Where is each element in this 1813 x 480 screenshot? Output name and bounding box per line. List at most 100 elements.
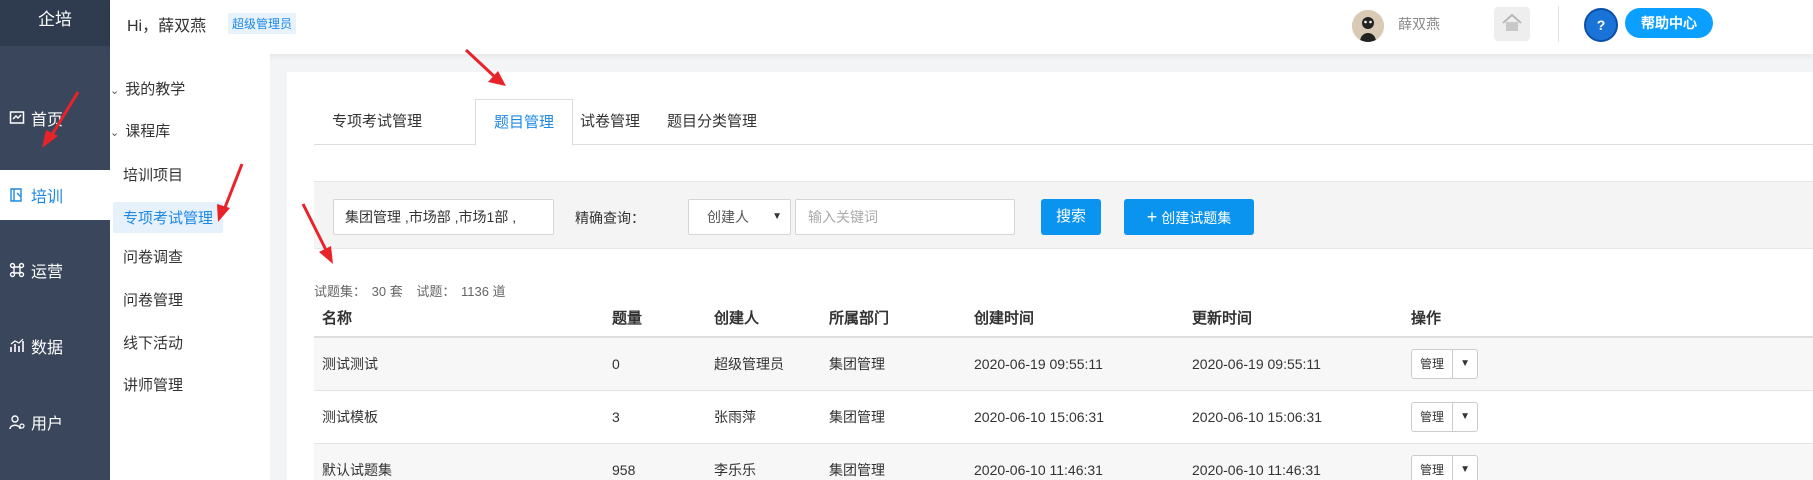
- header-divider: [1558, 6, 1559, 42]
- cell-name: 测试测试: [314, 337, 604, 391]
- table-row[interactable]: 测试测试 0 超级管理员 集团管理 2020-06-19 09:55:11 20…: [314, 337, 1813, 391]
- submenu-group-course-library[interactable]: ⌄ 课程库: [110, 120, 170, 141]
- question-count-label: 试题：: [416, 284, 456, 299]
- sidebar-item-operations[interactable]: 运营: [0, 246, 110, 294]
- submenu-item-exam-management[interactable]: 专项考试管理: [113, 202, 224, 233]
- manage-button[interactable]: 管理: [1412, 402, 1454, 431]
- bar-chart-icon: [8, 337, 26, 355]
- col-header-creator[interactable]: 创建人: [706, 299, 821, 338]
- col-header-actions: 操作: [1403, 299, 1813, 338]
- create-label: 创建试题集: [1161, 210, 1232, 226]
- search-bar: 集团管理 ,市场部 ,市场1部 , 精确查询： 创建人 ▼ 搜索 +创建试题集: [314, 181, 1813, 249]
- home-icon: [1501, 13, 1523, 36]
- cell-actions: 管理 ▼: [1403, 390, 1813, 444]
- question-set-table: 名称 题量 创建人 所属部门 创建时间 更新时间 操作 测试测试 0 超级管理员…: [314, 299, 1813, 480]
- cell-creator: 超级管理员: [706, 337, 821, 391]
- command-icon: [8, 261, 26, 279]
- search-field-select[interactable]: 创建人 ▼: [688, 199, 791, 235]
- table-header-row: 名称 题量 创建人 所属部门 创建时间 更新时间 操作: [314, 299, 1813, 338]
- content-card: 专项考试管理 题目管理 试卷管理 题目分类管理 集团管理 ,市场部 ,市场1部 …: [287, 72, 1813, 480]
- main-sidebar: 企培 首页 培训 运营 数据 用户: [0, 0, 110, 480]
- tab-bar: 专项考试管理 题目管理 试卷管理 题目分类管理: [314, 99, 1813, 146]
- submenu-item-survey[interactable]: 问卷调查: [123, 246, 183, 267]
- caret-down-icon[interactable]: ▼: [1453, 350, 1477, 378]
- keyword-input[interactable]: [795, 199, 1015, 235]
- dashboard-icon: [8, 109, 26, 127]
- table-row[interactable]: 默认试题集 958 李乐乐 集团管理 2020-06-10 11:46:31 2…: [314, 443, 1813, 480]
- col-header-updated[interactable]: 更新时间: [1184, 299, 1403, 338]
- col-header-name[interactable]: 名称: [314, 299, 604, 338]
- manage-button-group: 管理 ▼: [1411, 454, 1479, 480]
- cell-creator: 张雨萍: [706, 390, 821, 444]
- summary-stats: 试题集： 30 套 试题： 1136 道: [314, 281, 508, 300]
- sidebar-item-label: 用户: [31, 416, 64, 433]
- cell-updated: 2020-06-10 11:46:31: [1184, 443, 1403, 480]
- sidebar-item-training[interactable]: 培训: [0, 170, 110, 220]
- username-label[interactable]: 薛双燕: [1398, 14, 1440, 34]
- cell-created: 2020-06-10 15:06:31: [966, 390, 1184, 444]
- plus-icon: +: [1146, 207, 1158, 227]
- create-question-set-button[interactable]: + 创建试题集: [1124, 199, 1254, 235]
- sidebar-item-users[interactable]: 用户: [0, 398, 110, 446]
- submenu-group-my-teaching[interactable]: ⌄ 我的教学: [110, 78, 185, 99]
- caret-down-icon[interactable]: ▼: [1453, 403, 1477, 431]
- department-select-input[interactable]: 集团管理 ,市场部 ,市场1部 ,: [333, 199, 554, 235]
- caret-down-icon[interactable]: ▼: [1453, 456, 1477, 480]
- cell-dept: 集团管理: [821, 390, 966, 444]
- sidebar-item-data[interactable]: 数据: [0, 322, 110, 370]
- manage-button-group: 管理 ▼: [1411, 348, 1479, 379]
- cell-count: 0: [604, 337, 706, 391]
- top-header: Hi，薛双燕 超级管理员 薛双燕 ? 帮助中心: [110, 0, 1813, 54]
- book-icon: [8, 186, 26, 204]
- submenu-item-training-project[interactable]: 培训项目: [123, 164, 183, 185]
- manage-button-group: 管理 ▼: [1411, 401, 1479, 432]
- role-badge: 超级管理员: [228, 13, 297, 34]
- help-question-icon[interactable]: ?: [1584, 8, 1618, 42]
- user-gear-icon: [8, 413, 26, 431]
- submenu-group-label: 课程库: [125, 123, 171, 140]
- avatar[interactable]: [1352, 10, 1384, 42]
- col-header-dept[interactable]: 所属部门: [821, 299, 966, 338]
- cell-actions: 管理 ▼: [1403, 337, 1813, 391]
- cell-dept: 集团管理: [821, 443, 966, 480]
- sidebar-item-label: 培训: [31, 189, 64, 206]
- sidebar-item-label: 首页: [31, 112, 64, 129]
- submenu-item-questionnaire-mgmt[interactable]: 问卷管理: [123, 289, 183, 310]
- cell-count: 958: [604, 443, 706, 480]
- table-row[interactable]: 测试模板 3 张雨萍 集团管理 2020-06-10 15:06:31 2020…: [314, 390, 1813, 444]
- cell-created: 2020-06-19 09:55:11: [966, 337, 1184, 391]
- tab-category-management[interactable]: 题目分类管理: [649, 99, 775, 145]
- manage-button[interactable]: 管理: [1412, 455, 1454, 480]
- tab-question-management[interactable]: 题目管理: [475, 99, 574, 146]
- chevron-down-icon: ⌄: [110, 85, 120, 97]
- submenu-item-offline-activity[interactable]: 线下活动: [123, 332, 183, 353]
- greeting-text: Hi，薛双燕: [127, 18, 207, 35]
- submenu: ⌄ 我的教学 ⌄ 课程库 培训项目 专项考试管理 问卷调查 问卷管理 线下活动 讲师…: [110, 54, 270, 480]
- tab-exam-management[interactable]: 专项考试管理: [314, 99, 440, 145]
- cell-dept: 集团管理: [821, 337, 966, 391]
- set-count-label: 试题集：: [314, 284, 367, 299]
- submenu-item-lecturer-mgmt[interactable]: 讲师管理: [123, 374, 183, 395]
- cell-count: 3: [604, 390, 706, 444]
- select-value: 创建人: [707, 209, 749, 225]
- sidebar-item-label: 运营: [31, 264, 64, 281]
- manage-button[interactable]: 管理: [1412, 349, 1454, 378]
- submenu-group-label: 我的教学: [125, 81, 186, 98]
- caret-down-icon: ▼: [772, 211, 782, 222]
- cell-creator: 李乐乐: [706, 443, 821, 480]
- question-count: 1136 道: [460, 284, 506, 299]
- cell-created: 2020-06-10 11:46:31: [966, 443, 1184, 480]
- col-header-count[interactable]: 题量: [604, 299, 706, 338]
- help-center-button[interactable]: 帮助中心: [1625, 8, 1713, 38]
- cell-updated: 2020-06-10 15:06:31: [1184, 390, 1403, 444]
- set-count: 30 套: [371, 284, 403, 299]
- sidebar-item-home[interactable]: 首页: [0, 94, 110, 142]
- tab-paper-management[interactable]: 试卷管理: [562, 99, 658, 145]
- col-header-created[interactable]: 创建时间: [966, 299, 1184, 338]
- home-button[interactable]: [1494, 7, 1530, 41]
- cell-name: 测试模板: [314, 390, 604, 444]
- chevron-down-icon: ⌄: [110, 127, 120, 139]
- exact-search-label: 精确查询：: [575, 210, 645, 226]
- cell-actions: 管理 ▼: [1403, 443, 1813, 480]
- search-button[interactable]: 搜索: [1041, 199, 1101, 235]
